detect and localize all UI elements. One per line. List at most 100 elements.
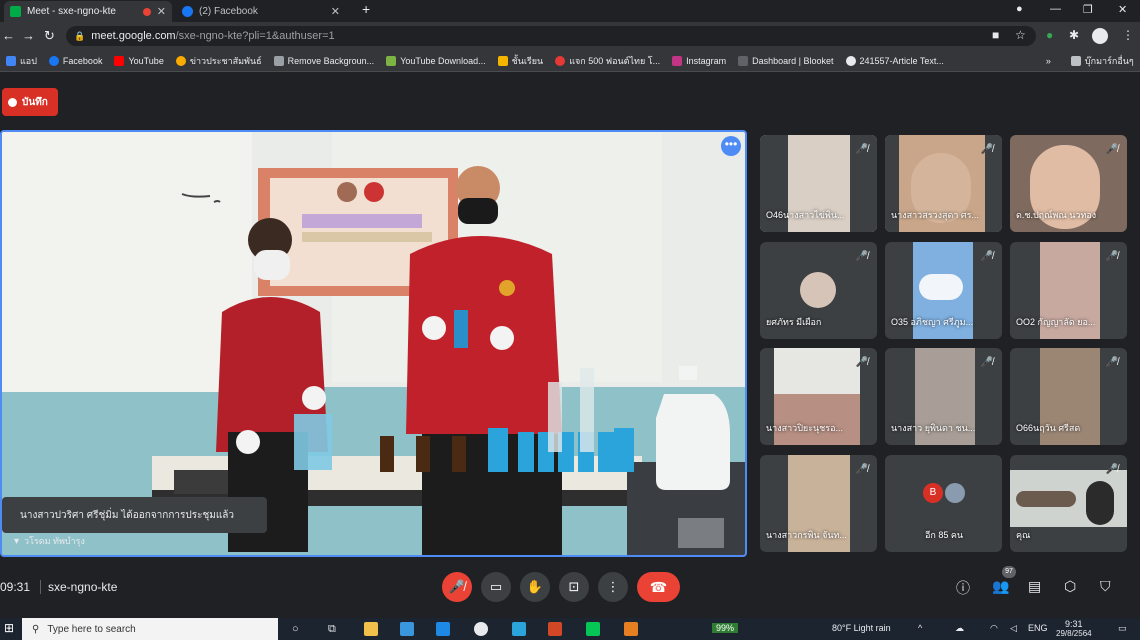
app-l-icon[interactable]: [512, 622, 526, 636]
participant-initial-avatar: B: [923, 483, 943, 503]
wifi-icon[interactable]: ◠: [990, 623, 998, 634]
line-icon[interactable]: [586, 622, 600, 636]
participant-tile[interactable]: 🎤̸ O46นางสาวไข่พิน...: [760, 135, 877, 232]
blooket-icon: [738, 55, 749, 66]
participant-tile[interactable]: 🎤̸ OO2 กัญญาลัด ยอ...: [1010, 242, 1127, 339]
profile-avatar[interactable]: [1092, 28, 1108, 44]
close-window-button[interactable]: ✕: [1118, 3, 1127, 16]
paint-icon[interactable]: [624, 622, 638, 636]
tab-facebook[interactable]: (2) Facebook ✕: [176, 1, 346, 22]
bookmark-star-icon[interactable]: ☆: [1015, 28, 1026, 42]
bookmark-blooket[interactable]: Dashboard | Blooket: [732, 55, 839, 66]
language-indicator[interactable]: ENG: [1028, 623, 1048, 633]
close-tab-icon[interactable]: ✕: [331, 5, 340, 18]
recording-indicator-icon: [142, 7, 151, 16]
participant-tile-self[interactable]: 🎤̸ คุณ: [1010, 455, 1127, 552]
camera-toggle-button[interactable]: ▭: [481, 572, 511, 602]
fonts-icon: [555, 55, 566, 66]
participant-name: นางสาวกรพิน จันท...: [766, 530, 847, 540]
participant-name: ยศภัทร มีเผือก: [766, 317, 822, 327]
participant-tile[interactable]: 🎤̸ นางสาวสรวงสุดา ศร...: [885, 135, 1002, 232]
cortana-icon[interactable]: ○: [292, 623, 299, 635]
participant-tile[interactable]: 🎤̸ O35 อภิชญา ศรีภูม...: [885, 242, 1002, 339]
bookmark-youtube[interactable]: YouTube: [108, 55, 169, 66]
present-screen-button[interactable]: ⊡: [559, 572, 589, 602]
windows-start-icon[interactable]: ⊞: [4, 621, 14, 635]
taskbar-clock[interactable]: 9:31 29/8/2564: [1056, 619, 1092, 639]
mail-icon[interactable]: [436, 622, 450, 636]
search-placeholder: Type here to search: [47, 623, 136, 635]
participant-name: O46นางสาวไข่พิน...: [766, 210, 845, 220]
maximize-button[interactable]: ❐: [1083, 3, 1093, 16]
extension-icon[interactable]: ●: [1046, 28, 1053, 42]
chrome-icon[interactable]: [474, 622, 488, 636]
weather-label[interactable]: 80°F Light rain: [832, 623, 891, 633]
tile-more-options-button[interactable]: •••: [721, 136, 741, 156]
bookmark-youtube-download[interactable]: YouTube Download...: [380, 55, 491, 66]
store-icon[interactable]: [400, 622, 414, 636]
participant-tile[interactable]: 🎤̸ O66นฤวัน ศรีสด: [1010, 348, 1127, 445]
more-options-button[interactable]: ⋮: [598, 572, 628, 602]
camera-in-use-icon[interactable]: ■: [992, 28, 999, 42]
people-icon[interactable]: 👥: [992, 578, 1009, 595]
tab-meet[interactable]: Meet - sxe-ngno-kte ✕: [4, 1, 172, 22]
bookmark-instagram[interactable]: Instagram: [666, 55, 732, 66]
main-video-tile[interactable]: •••: [0, 130, 747, 557]
bookmark-facebook[interactable]: Facebook: [43, 55, 109, 66]
reload-icon[interactable]: ↻: [44, 28, 55, 44]
new-tab-button[interactable]: +: [362, 1, 370, 17]
notifications-icon[interactable]: ▭: [1118, 623, 1127, 634]
leave-call-button[interactable]: ☎: [637, 572, 680, 602]
minimize-button[interactable]: —: [1050, 3, 1061, 15]
meeting-code: sxe-ngno-kte: [48, 580, 118, 594]
avatar: [945, 483, 965, 503]
participant-name: O66นฤวัน ศรีสด: [1016, 423, 1081, 433]
bookmark-label: Instagram: [686, 55, 727, 66]
bookmark-classroom[interactable]: ชั้นเรียน: [492, 54, 550, 68]
other-bookmarks[interactable]: บุ๊กมาร์กอื่นๆ: [1065, 54, 1140, 68]
participant-tile[interactable]: 🎤̸ ด.ช.ปฤณ์พณ นวทอง: [1010, 135, 1127, 232]
participant-tile[interactable]: 🎤̸ นางสาว ยุพินดา ชน...: [885, 348, 1002, 445]
participant-tile[interactable]: 🎤̸ นางสาวปิยะนุชรอ...: [760, 348, 877, 445]
record-button[interactable]: บันทึก: [2, 88, 58, 116]
more-participants-tile[interactable]: B อีก 85 คน: [885, 455, 1002, 552]
participant-tile[interactable]: 🎤̸ ยศภัทร มีเผือก: [760, 242, 877, 339]
back-icon[interactable]: ←: [2, 28, 15, 44]
task-view-icon[interactable]: ⧉: [328, 623, 336, 636]
bookmark-news[interactable]: ข่าวประชาสัมพันธ์: [170, 54, 268, 68]
raise-hand-button[interactable]: ✋: [520, 572, 550, 602]
bookmark-article[interactable]: 241557-Article Text...: [840, 55, 950, 66]
left-meeting-toast: นางสาวปวริศา ศรีชุ่มิ่ม ได้ออกจากการประช…: [2, 497, 267, 533]
facebook-favicon-icon: [182, 6, 193, 17]
taskbar-search[interactable]: ⚲ Type here to search: [22, 618, 278, 640]
bookmark-label: แอป: [20, 55, 37, 66]
bookmarks-more-button[interactable]: »: [1040, 56, 1057, 66]
participant-name: ด.ช.ปฤณ์พณ นวทอง: [1016, 210, 1097, 220]
host-controls-icon[interactable]: ⛉: [1100, 578, 1111, 595]
news-icon: [175, 55, 186, 66]
address-bar[interactable]: 🔒 meet.google.com/sxe-ngno-kte?pli=1&aut…: [66, 26, 1036, 46]
bookmark-label: แจก 500 ฟอนต์ไทย โ...: [569, 55, 661, 66]
tab-title: Meet - sxe-ngno-kte: [27, 6, 116, 17]
show-hidden-icons[interactable]: ^: [918, 623, 922, 633]
file-explorer-icon[interactable]: [364, 622, 378, 636]
bookmark-label: บุ๊กมาร์กอื่นๆ: [1084, 55, 1134, 66]
bookmark-fonts[interactable]: แจก 500 ฟอนต์ไทย โ...: [549, 54, 666, 68]
search-icon: ⚲: [32, 623, 40, 635]
chat-icon[interactable]: ▤: [1028, 578, 1041, 595]
bookmark-apps[interactable]: แอป: [0, 54, 43, 68]
participant-name: นางสาวปิยะนุชรอ...: [766, 423, 844, 433]
microphone-toggle-button[interactable]: 🎤̸: [442, 572, 472, 602]
close-tab-icon[interactable]: ✕: [157, 5, 166, 18]
forward-icon[interactable]: →: [22, 28, 35, 44]
powerpoint-icon[interactable]: [548, 622, 562, 636]
participant-tile[interactable]: 🎤̸ นางสาวกรพิน จันท...: [760, 455, 877, 552]
extensions-puzzle-icon[interactable]: ✱: [1069, 28, 1079, 42]
bookmark-label: YouTube: [128, 55, 164, 66]
bookmark-remove-bg[interactable]: Remove Backgroun...: [268, 55, 381, 66]
onedrive-icon[interactable]: ☁: [955, 623, 964, 634]
menu-kebab-icon[interactable]: ⋮: [1122, 28, 1134, 42]
meeting-details-icon[interactable]: ⓘ: [956, 578, 970, 598]
volume-icon[interactable]: ◁: [1010, 623, 1017, 634]
activities-icon[interactable]: ⬡: [1064, 578, 1076, 595]
